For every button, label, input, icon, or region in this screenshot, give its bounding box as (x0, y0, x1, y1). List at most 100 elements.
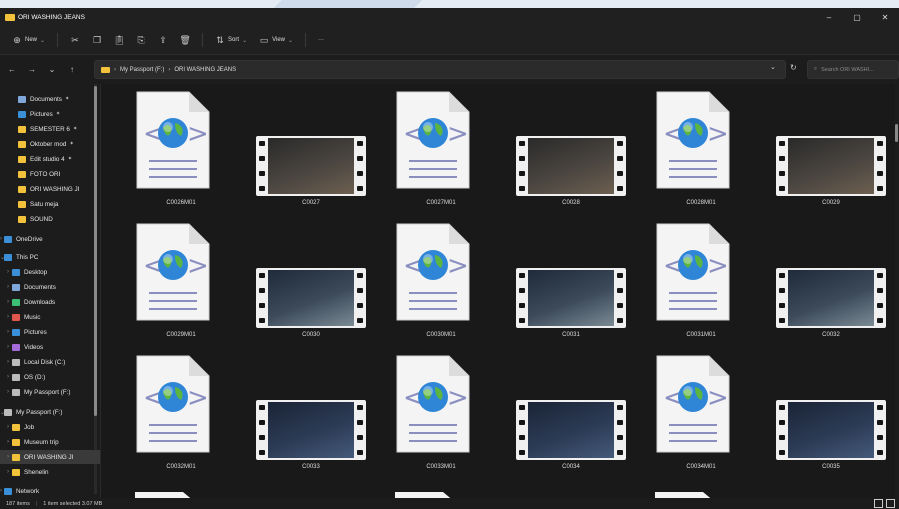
sidebar-item[interactable]: › Desktop (0, 265, 100, 279)
indent-spacer: › (7, 469, 9, 475)
sidebar-item[interactable]: › Shenelin (0, 465, 100, 479)
sidebar-item[interactable]: Documents ✦ (0, 92, 100, 106)
sidebar-item[interactable]: › Documents (0, 280, 100, 294)
file-tile-video[interactable]: C0030 (241, 218, 371, 338)
trash-icon: 🗑︎ (179, 34, 191, 45)
folder-icon (12, 423, 20, 431)
file-tile-xml[interactable]: < > C0031M01 (631, 218, 761, 338)
sidebar-item-label: Museum trip (24, 438, 59, 446)
file-tile-xml[interactable]: < > C0029M01 (111, 218, 241, 338)
recent-chevron-icon[interactable]: ⌄ (44, 65, 60, 74)
sidebar-item[interactable]: Edit studio 4 ✦ (0, 152, 100, 166)
sidebar-item[interactable]: Oktober mod ✦ (0, 137, 100, 151)
film-perforation (615, 400, 625, 460)
sidebar-item[interactable]: Satu meja (0, 197, 100, 211)
videos-icon (12, 343, 20, 351)
back-arrow-icon[interactable]: ← (4, 65, 20, 74)
large-icons-view-icon[interactable] (886, 499, 895, 508)
file-tile-xml[interactable]: < > C0034M01 (631, 350, 761, 470)
delete-button[interactable]: 🗑︎ (179, 34, 191, 45)
file-name: C0027 (302, 200, 320, 206)
sidebar-item[interactable]: Pictures ✦ (0, 107, 100, 121)
file-name: C0029M01 (166, 332, 196, 338)
more-options-button[interactable]: ··· (318, 37, 324, 43)
minimize-button[interactable]: – (815, 8, 843, 26)
status-bar: 187 items | 1 item selected 3.07 MB (0, 498, 899, 509)
file-tile-xml[interactable]: < > C0028M01 (631, 86, 761, 206)
sidebar-item[interactable]: › Downloads (0, 295, 100, 309)
file-tile-video[interactable]: C0033 (241, 350, 371, 470)
svg-text:>: > (447, 383, 469, 413)
items-count: 187 items (6, 500, 30, 507)
maximize-button[interactable]: ▢ (843, 8, 871, 26)
sidebar-item[interactable]: › My Passport (F:) (0, 385, 100, 399)
file-tile-video[interactable]: C0029 (761, 86, 891, 206)
new-button[interactable]: ⊕ New ⌄ (12, 35, 45, 45)
file-name: C0029 (822, 200, 840, 206)
paste-button[interactable]: 📋︎ (113, 35, 124, 45)
sidebar-item[interactable]: › Job (0, 420, 100, 434)
view-button[interactable]: ▭ View ⌄ (259, 35, 293, 45)
chevron-down-icon: ⌄ (40, 37, 46, 44)
share-button[interactable]: ⇪ (158, 35, 168, 45)
file-tile-xml[interactable]: < > C0026M01 (111, 86, 241, 206)
sidebar-item[interactable]: › Network (0, 484, 100, 498)
xml-file-icon: < > (395, 354, 471, 454)
sidebar-item[interactable]: SEMESTER 6 ✦ (0, 122, 100, 136)
cut-button[interactable]: ✂ (70, 35, 80, 45)
file-tile-video[interactable]: C0027 (241, 86, 371, 206)
xml-file-icon: < > (135, 222, 211, 322)
video-frame (528, 270, 614, 326)
file-tile-video[interactable]: C0028 (501, 86, 631, 206)
sidebar-item[interactable]: › Pictures (0, 325, 100, 339)
sidebar-item[interactable]: › Local Disk (C:) (0, 355, 100, 369)
indent-spacer: › (7, 329, 9, 335)
sidebar-item[interactable]: › OS (D:) (0, 370, 100, 384)
close-button[interactable]: ✕ (871, 8, 899, 26)
sidebar-item[interactable]: SOUND (0, 212, 100, 226)
sidebar-item[interactable]: ⌄ This PC (0, 250, 100, 264)
sidebar-item-label: Documents (24, 283, 56, 291)
file-tile-xml[interactable]: < > C0032M01 (111, 350, 241, 470)
sidebar-item-label: Videos (24, 343, 44, 351)
details-view-icon[interactable] (874, 499, 883, 508)
sidebar-item[interactable]: › Museum trip (0, 435, 100, 449)
sort-button[interactable]: ⇅ Sort ⌄ (215, 35, 247, 45)
search-input[interactable]: ⌕ Search ORI WASHI... (807, 60, 899, 79)
sidebar-item[interactable]: ORI WASHING JI (0, 182, 100, 196)
download-icon (12, 298, 20, 306)
indent-spacer: › (7, 439, 9, 445)
refresh-icon[interactable]: ↻ (790, 63, 797, 72)
content-scrollbar[interactable] (895, 84, 899, 498)
video-thumbnail (256, 136, 366, 196)
sidebar-item[interactable]: ⌄ My Passport (F:) (0, 405, 100, 419)
film-perforation (777, 400, 787, 460)
disk-icon (12, 373, 20, 381)
file-tile-video[interactable]: C0031 (501, 218, 631, 338)
sidebar-item[interactable]: › Music (0, 310, 100, 324)
forward-arrow-icon[interactable]: → (24, 65, 40, 74)
file-tile-video[interactable]: C0032 (761, 218, 891, 338)
sidebar-item[interactable]: › OneDrive (0, 232, 100, 246)
breadcrumb-my-passport[interactable]: My Passport (F:) (120, 67, 164, 73)
sidebar-item[interactable]: › ORI WASHING JI (0, 450, 100, 464)
file-tile-xml[interactable]: < > C0027M01 (371, 86, 501, 206)
file-tile-xml[interactable]: < > C0033M01 (371, 350, 501, 470)
up-arrow-icon[interactable]: ↑ (64, 65, 80, 74)
sidebar-item-label: My Passport (F:) (24, 388, 71, 396)
file-tile-video[interactable]: C0034 (501, 350, 631, 470)
breadcrumb-ori-washing-jeans[interactable]: ORI WASHING JEANS (174, 67, 236, 73)
scrollbar-thumb[interactable] (895, 124, 898, 142)
file-tile-xml[interactable]: < > C0030M01 (371, 218, 501, 338)
sidebar-item[interactable]: FOTO ORI (0, 167, 100, 181)
file-tile-video[interactable]: C0035 (761, 350, 891, 470)
svg-text:>: > (187, 251, 209, 281)
sidebar-item-label: ORI WASHING JI (24, 453, 74, 461)
address-dropdown-icon[interactable]: ⌄ (770, 63, 776, 71)
sidebar-item-label: FOTO ORI (30, 170, 61, 178)
rename-button[interactable]: ⎘ (136, 35, 146, 45)
xml-file-icon: < > (655, 90, 731, 190)
copy-button[interactable]: ❐ (92, 35, 102, 45)
address-bar[interactable]: › My Passport (F:) › ORI WASHING JEANS (94, 60, 786, 79)
sidebar-item[interactable]: › Videos (0, 340, 100, 354)
